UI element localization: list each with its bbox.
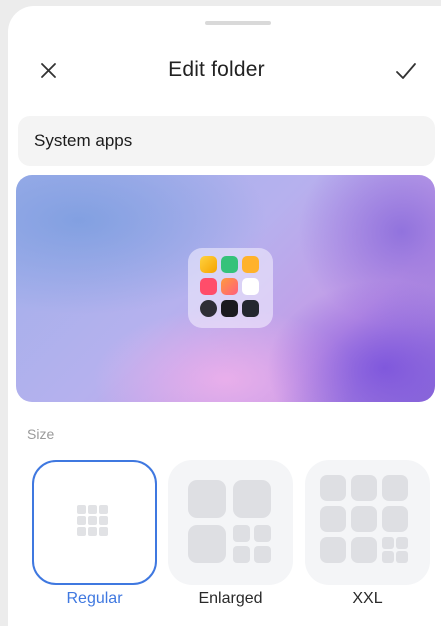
grid-cell [77,505,86,514]
grid-block [382,551,394,563]
size-section-label: Size [27,426,55,442]
themes-app-icon [221,278,238,295]
grid-cell [88,527,97,536]
tools-app-icon [242,278,259,295]
grid-block [320,537,346,563]
size-option-xxl-label[interactable]: XXL [305,590,430,608]
grid-block [382,506,408,532]
files-app-icon [242,256,259,273]
size-option-regular[interactable] [32,460,157,585]
size-option-xxl[interactable] [305,460,430,585]
grid-cell [88,505,97,514]
size-option-enlarged[interactable] [168,460,293,585]
grid-block [382,537,394,549]
grid-cell [88,516,97,525]
grid-block [188,525,226,563]
grid-block [254,525,271,542]
grid-block [188,480,226,518]
grid-block [396,551,408,563]
grid-block [320,475,346,501]
folder-thumbnail[interactable] [188,248,273,328]
folder-preview [16,175,435,402]
grid-cell [77,527,86,536]
compass-app-icon [200,300,217,317]
weather-app-icon [242,300,259,317]
grid-block [233,525,250,542]
folder-name-input[interactable] [18,116,435,166]
grid-block [396,537,408,549]
grid-block [254,546,271,563]
grid-cell [77,516,86,525]
grid-cell [99,505,108,514]
clock-app-icon [221,300,238,317]
size-option-regular-label[interactable]: Regular [32,590,157,608]
grid-cell [99,527,108,536]
confirm-button[interactable] [388,55,422,87]
size-option-enlarged-label[interactable]: Enlarged [168,590,293,608]
grid-block [351,537,377,563]
dialog-title: Edit folder [168,58,265,81]
grid-block [351,506,377,532]
grid-block [320,506,346,532]
grid-block [233,480,271,518]
grid-block [233,546,250,563]
grid-block [351,475,377,501]
drag-handle[interactable] [205,21,271,25]
grid-block [382,475,408,501]
music-app-icon [200,278,217,295]
checkmark-icon [396,63,416,79]
security-app-icon [221,256,238,273]
grid-cell [99,516,108,525]
notes-app-icon [200,256,217,273]
